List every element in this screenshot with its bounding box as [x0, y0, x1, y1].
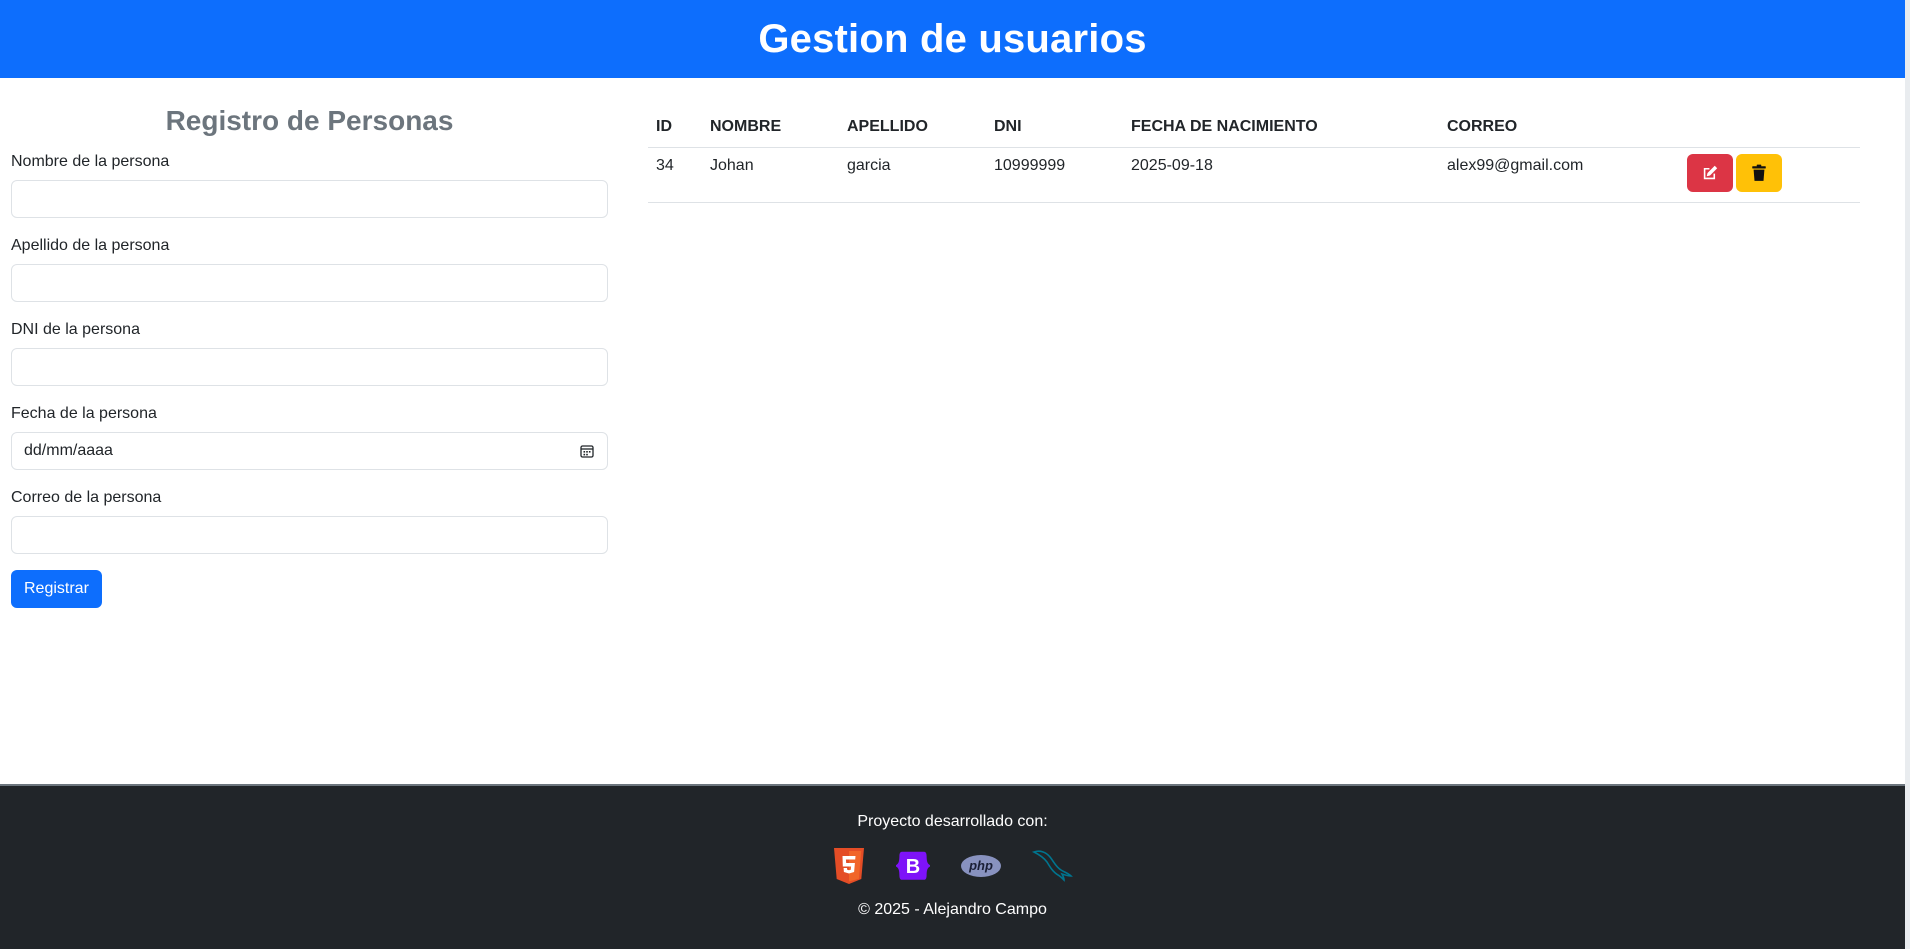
delete-button[interactable] — [1736, 154, 1782, 192]
col-correo: CORREO — [1439, 112, 1679, 148]
fecha-input[interactable]: dd/mm/aaaa — [11, 432, 608, 470]
col-id: ID — [648, 112, 702, 148]
page-footer: Proyecto desarrollado con: B php © 2025 … — [0, 784, 1905, 949]
svg-text:php: php — [968, 858, 993, 873]
col-nombre: NOMBRE — [702, 112, 839, 148]
col-actions — [1679, 112, 1860, 148]
dni-input[interactable] — [11, 348, 608, 386]
col-fecha: FECHA DE NACIMIENTO — [1123, 112, 1439, 148]
cell-nombre: Johan — [702, 147, 839, 203]
field-fecha: Fecha de la persona dd/mm/aaaa — [11, 404, 608, 470]
registrar-button[interactable]: Registrar — [11, 570, 102, 608]
copyright: © 2025 - Alejandro Campo — [858, 901, 1047, 918]
bootstrap-icon: B — [895, 851, 930, 880]
field-apellido: Apellido de la persona — [11, 236, 608, 302]
form-title: Registro de Personas — [165, 105, 454, 136]
correo-input[interactable] — [11, 516, 608, 554]
correo-label: Correo de la persona — [11, 489, 162, 506]
apellido-input[interactable] — [11, 264, 608, 302]
calendar-icon[interactable] — [579, 443, 595, 459]
footer-caption: Proyecto desarrollado con: — [857, 813, 1048, 830]
nombre-input[interactable] — [11, 180, 608, 218]
col-apellido: APELLIDO — [839, 112, 986, 148]
users-table: ID NOMBRE APELLIDO DNI FECHA DE NACIMIEN… — [648, 112, 1860, 203]
field-dni: DNI de la persona — [11, 320, 608, 386]
field-correo: Correo de la persona — [11, 488, 608, 554]
cell-apellido: garcia — [839, 147, 986, 203]
html5-icon — [833, 848, 864, 884]
edit-button[interactable] — [1687, 154, 1733, 192]
fecha-placeholder: dd/mm/aaaa — [24, 442, 113, 459]
nombre-label: Nombre de la persona — [11, 153, 170, 170]
svg-text:B: B — [905, 856, 919, 878]
edit-icon — [1703, 165, 1718, 180]
php-icon: php — [960, 855, 1001, 877]
field-nombre: Nombre de la persona — [11, 152, 608, 218]
tech-icons: B php — [0, 846, 1905, 886]
cell-actions — [1679, 147, 1860, 203]
cell-dni: 10999999 — [986, 147, 1123, 203]
table-header-row: ID NOMBRE APELLIDO DNI FECHA DE NACIMIEN… — [648, 112, 1860, 148]
col-dni: DNI — [986, 112, 1123, 148]
app-header: Gestion de usuarios — [0, 0, 1905, 78]
cell-correo: alex99@gmail.com — [1439, 147, 1679, 203]
page-title: Gestion de usuarios — [758, 16, 1147, 61]
dni-label: DNI de la persona — [11, 321, 140, 338]
trash-icon — [1752, 164, 1766, 181]
scrollbar-track[interactable] — [1905, 0, 1910, 949]
registration-form: Registro de Personas Nombre de la person… — [11, 98, 608, 608]
fecha-label: Fecha de la persona — [11, 405, 157, 422]
cell-fecha: 2025-09-18 — [1123, 147, 1439, 203]
apellido-label: Apellido de la persona — [11, 237, 170, 254]
mysql-icon — [1031, 850, 1073, 882]
cell-id: 34 — [648, 147, 702, 203]
table-row: 34 Johan garcia 10999999 2025-09-18 alex… — [648, 147, 1860, 203]
users-table-section: ID NOMBRE APELLIDO DNI FECHA DE NACIMIEN… — [648, 112, 1860, 203]
